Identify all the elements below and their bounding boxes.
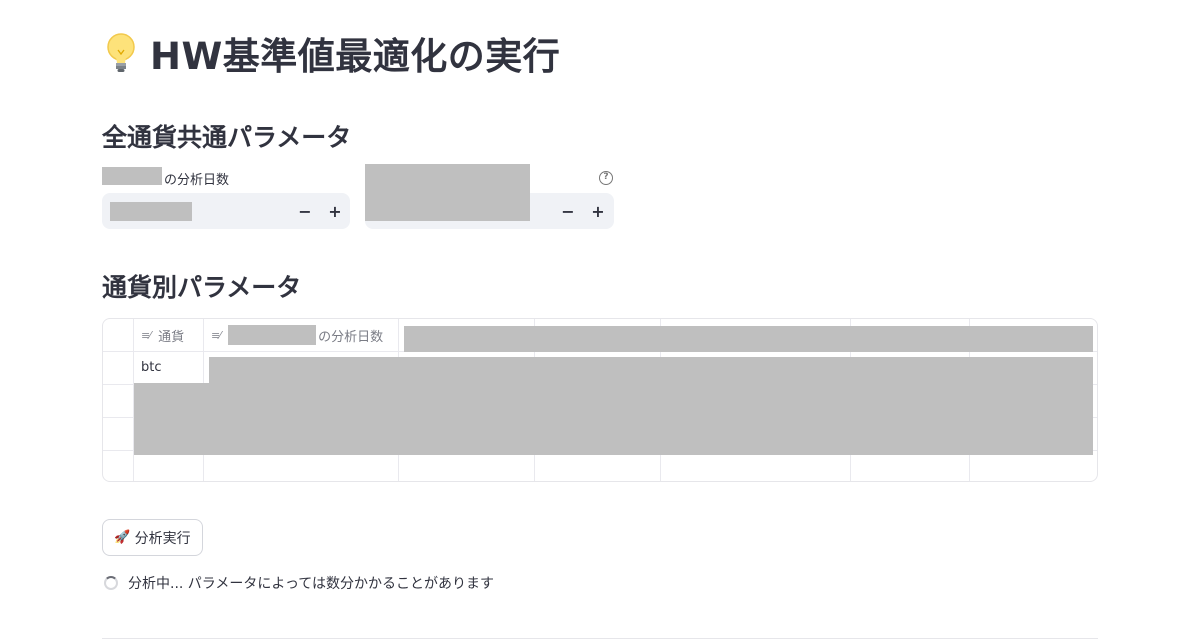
cell-currency[interactable]: btc	[141, 360, 162, 375]
column-header-currency[interactable]: ≡⁄ 通貨	[141, 319, 184, 351]
help-icon[interactable]: ?	[599, 171, 613, 185]
lightbulb-icon	[107, 33, 135, 72]
decrement-button[interactable]: −	[290, 193, 320, 229]
redacted-header-block	[404, 326, 1093, 352]
redacted-header	[228, 325, 317, 345]
rocket-icon: 🚀	[114, 530, 131, 545]
redacted-row-block	[209, 357, 1093, 385]
common-params-heading: 全通貨共通パラメータ	[102, 123, 352, 152]
page-title-text: HW基準値最適化の実行	[150, 35, 561, 78]
loading-spinner-icon	[104, 576, 118, 590]
analysis-days-input[interactable]: − +	[102, 193, 350, 229]
redacted-field	[365, 164, 530, 221]
status-text: 分析中... パラメータによっては数分かかることがあります	[128, 576, 494, 592]
currency-params-heading: 通貨別パラメータ	[102, 273, 302, 302]
divider	[102, 638, 1098, 639]
text-column-icon: ≡⁄	[211, 328, 221, 342]
run-analysis-button[interactable]: 🚀 分析実行	[102, 519, 203, 556]
text-column-icon: ≡⁄	[141, 328, 151, 342]
decrement-button-2[interactable]: −	[553, 193, 583, 229]
page-title: HW基準値最適化の実行	[104, 30, 560, 78]
analysis-days-label: の分析日数	[164, 173, 230, 188]
currency-params-table[interactable]: ≡⁄ 通貨 ≡⁄ の分析日数 btc	[102, 318, 1098, 482]
column-header-analysis-days[interactable]: ≡⁄ の分析日数	[211, 319, 383, 351]
redacted-rows-block	[134, 383, 1093, 455]
increment-button[interactable]: +	[320, 193, 350, 229]
redacted-value	[110, 202, 192, 221]
redacted-label	[102, 167, 162, 185]
increment-button-2[interactable]: +	[583, 193, 613, 229]
